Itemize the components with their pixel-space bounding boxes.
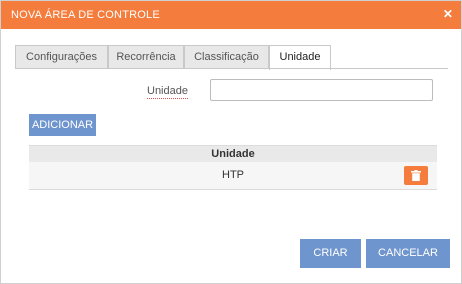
- tab-classificacao[interactable]: Classificação: [184, 45, 269, 68]
- table-cell-unidade: HTP: [222, 169, 244, 181]
- tab-configuracoes[interactable]: Configurações: [15, 45, 108, 68]
- trash-icon: [411, 170, 421, 181]
- close-icon[interactable]: ✕: [441, 6, 455, 22]
- dialog: NOVA ÁREA DE CONTROLE ✕ Configurações Re…: [0, 0, 462, 284]
- add-button[interactable]: ADICIONAR: [29, 114, 96, 136]
- delete-row-button[interactable]: [404, 166, 428, 185]
- table-header: Unidade: [29, 145, 437, 162]
- dialog-title: NOVA ÁREA DE CONTROLE: [11, 9, 160, 21]
- unidade-label: Unidade: [147, 85, 188, 99]
- dialog-titlebar: NOVA ÁREA DE CONTROLE ✕: [1, 1, 461, 29]
- unidade-table: Unidade HTP: [29, 145, 437, 190]
- tab-divider: [15, 68, 448, 69]
- create-button[interactable]: CRIAR: [300, 239, 361, 268]
- cancel-button[interactable]: CANCELAR: [366, 239, 450, 268]
- table-row: HTP: [29, 162, 437, 190]
- unidade-input[interactable]: [210, 79, 433, 101]
- tab-recorrencia[interactable]: Recorrência: [108, 45, 184, 68]
- tab-unidade[interactable]: Unidade: [269, 45, 331, 70]
